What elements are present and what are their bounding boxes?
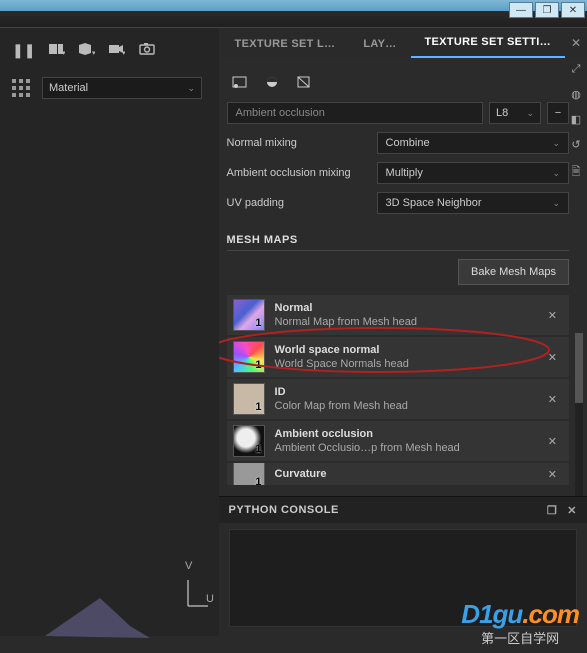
channel-icon-1[interactable] (229, 72, 251, 92)
chevron-down-icon: ⌄ (552, 138, 560, 149)
mesh-preview (40, 596, 160, 641)
mesh-map-name: Ambient occlusion (275, 428, 542, 440)
mesh-map-desc: Color Map from Mesh head (275, 400, 542, 412)
mesh-map-thumbnail: 1 (233, 383, 265, 415)
python-console-body[interactable] (229, 529, 577, 627)
camera-icon[interactable]: ▾ (109, 42, 125, 59)
channel-icon-2[interactable] (261, 72, 283, 92)
chevron-down-icon: ⌄ (552, 168, 560, 179)
uv-padding-value: 3D Space Neighbor (386, 197, 482, 209)
mesh-map-item[interactable]: 1 ID Color Map from Mesh head ✕ (227, 379, 569, 419)
snapshot-icon[interactable] (139, 42, 155, 59)
remove-channel-button[interactable]: − (547, 102, 569, 124)
chevron-down-icon: ⌄ (526, 108, 534, 119)
mesh-map-thumbnail: 1 (233, 425, 265, 457)
axis-v-label: V (185, 560, 192, 572)
mesh-map-remove-icon[interactable]: ✕ (542, 351, 563, 364)
mesh-map-name: Curvature (275, 468, 542, 480)
window-minimize[interactable]: — (509, 2, 533, 18)
pause-icon[interactable]: ❚❚ (12, 42, 35, 59)
uv-padding-select[interactable]: 3D Space Neighbor ⌄ (377, 192, 569, 214)
mesh-map-remove-icon[interactable]: ✕ (542, 393, 563, 406)
mesh-maps-title: MESH MAPS (227, 234, 569, 251)
mesh-map-remove-icon[interactable]: ✕ (542, 468, 563, 481)
cube-icon[interactable]: ▾ (79, 42, 95, 59)
tab-texture-set-settings[interactable]: TEXTURE SET SETTI… (411, 29, 565, 58)
scrollbar-thumb[interactable] (575, 333, 583, 403)
normal-mixing-select[interactable]: Combine ⌄ (377, 132, 569, 154)
svg-text:▾: ▾ (92, 50, 95, 56)
mesh-map-desc: World Space Normals head (275, 358, 542, 370)
python-console-title: PYTHON CONSOLE (229, 504, 339, 516)
chevron-down-icon: ⌄ (552, 198, 560, 209)
mesh-map-name: Normal (275, 302, 542, 314)
main-menu-bar (0, 11, 587, 28)
mesh-map-thumbnail: 1 (233, 341, 265, 373)
mesh-map-thumbnail: 1 (233, 463, 265, 485)
python-console-panel: PYTHON CONSOLE ❐ ✕ (219, 496, 587, 636)
mesh-map-item[interactable]: 1 World space normal World Space Normals… (227, 337, 569, 377)
ao-mixing-value: Multiply (386, 167, 423, 179)
perspective-icon[interactable]: ▾ (49, 42, 65, 59)
svg-text:▾: ▾ (122, 50, 125, 56)
mesh-map-thumbnail: 1 (233, 299, 265, 331)
panel-tabs: TEXTURE SET L… LAY… TEXTURE SET SETTI… ✕ (219, 28, 587, 58)
normal-mixing-label: Normal mixing (227, 137, 377, 149)
mesh-map-remove-icon[interactable]: ✕ (542, 435, 563, 448)
mesh-map-list: 1 Normal Normal Map from Mesh head ✕ 1 W… (227, 295, 569, 485)
scrollbar-track[interactable] (575, 333, 583, 496)
tab-close-icon[interactable]: ✕ (565, 36, 587, 50)
svg-text:▾: ▾ (62, 50, 65, 56)
mesh-map-desc: Ambient Occlusio…p from Mesh head (275, 442, 542, 454)
console-popout-icon[interactable]: ❐ (547, 504, 557, 517)
channel-format-select[interactable]: L8 ⌄ (489, 102, 541, 124)
material-name: Material (49, 82, 88, 94)
mesh-map-item[interactable]: 1 Normal Normal Map from Mesh head ✕ (227, 295, 569, 335)
console-close-icon[interactable]: ✕ (567, 504, 577, 517)
viewport-mode-icon[interactable] (12, 79, 34, 97)
tab-texture-set-list[interactable]: TEXTURE SET L… (221, 31, 350, 58)
viewport-panel: ❚❚ ▾ ▾ ▾ Material ⌄ V (0, 28, 219, 636)
mesh-map-desc: Normal Map from Mesh head (275, 316, 542, 328)
mesh-map-name: World space normal (275, 344, 542, 356)
channel-name-input[interactable]: Ambient occlusion (227, 102, 483, 124)
uv-padding-label: UV padding (227, 197, 377, 209)
material-select[interactable]: Material ⌄ (42, 77, 202, 99)
channel-name-text: Ambient occlusion (236, 107, 325, 119)
window-titlebar: — ❐ ✕ (0, 0, 587, 11)
channel-icon-3[interactable] (293, 72, 315, 92)
window-maximize[interactable]: ❐ (535, 2, 559, 18)
mesh-map-name: ID (275, 386, 542, 398)
ao-mixing-label: Ambient occlusion mixing (227, 167, 377, 179)
mesh-map-item[interactable]: 1 Ambient occlusion Ambient Occlusio…p f… (227, 421, 569, 461)
ao-mixing-select[interactable]: Multiply ⌄ (377, 162, 569, 184)
mesh-map-remove-icon[interactable]: ✕ (542, 309, 563, 322)
normal-mixing-value: Combine (386, 137, 430, 149)
bake-mesh-maps-button[interactable]: Bake Mesh Maps (458, 259, 569, 285)
chevron-down-icon: ⌄ (187, 83, 195, 94)
mesh-map-item[interactable]: 1 Curvature ✕ (227, 463, 569, 485)
window-close[interactable]: ✕ (561, 2, 585, 18)
settings-body: Ambient occlusion L8 ⌄ − Normal mixing C… (219, 58, 587, 496)
tab-layers[interactable]: LAY… (349, 31, 410, 58)
channel-format-text: L8 (496, 107, 508, 119)
